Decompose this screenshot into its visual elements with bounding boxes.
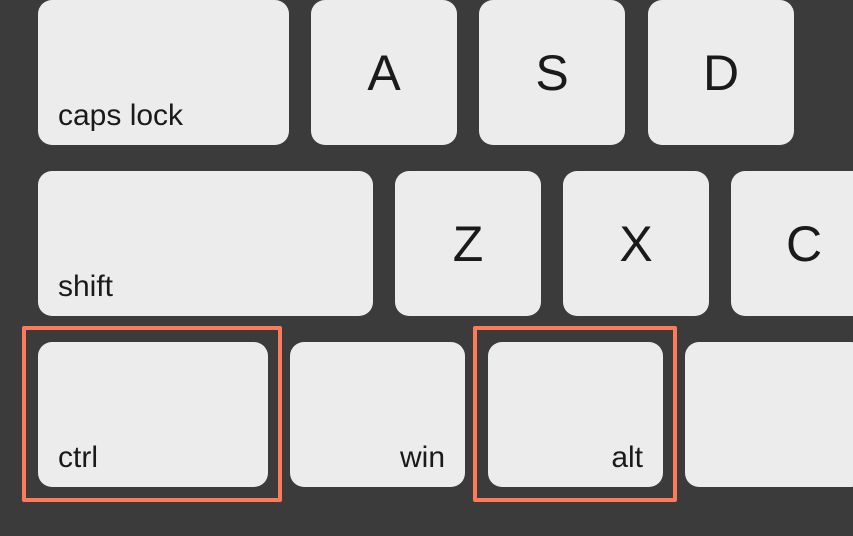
key-label-s: S xyxy=(535,44,568,102)
key-s[interactable]: S xyxy=(479,0,625,145)
key-win[interactable]: win xyxy=(290,342,465,487)
key-shift[interactable]: shift xyxy=(38,171,373,316)
key-space-partial[interactable] xyxy=(685,342,853,487)
key-label-shift: shift xyxy=(58,270,113,304)
key-label-alt: alt xyxy=(611,441,643,475)
key-a[interactable]: A xyxy=(311,0,457,145)
key-d[interactable]: D xyxy=(648,0,794,145)
key-label-x: X xyxy=(619,215,652,273)
key-label-d: D xyxy=(703,44,739,102)
key-label-ctrl: ctrl xyxy=(58,441,98,475)
key-x[interactable]: X xyxy=(563,171,709,316)
key-alt[interactable]: alt xyxy=(488,342,663,487)
key-label-c: C xyxy=(786,215,822,273)
key-ctrl[interactable]: ctrl xyxy=(38,342,268,487)
keyboard-section: caps lock A S D shift Z X C ctrl win alt xyxy=(0,0,853,536)
key-caps-lock[interactable]: caps lock xyxy=(38,0,289,145)
key-z[interactable]: Z xyxy=(395,171,541,316)
key-label-z: Z xyxy=(453,215,484,273)
key-label-a: A xyxy=(367,44,400,102)
key-c[interactable]: C xyxy=(731,171,853,316)
key-label-caps-lock: caps lock xyxy=(58,99,183,133)
key-label-win: win xyxy=(400,441,445,475)
